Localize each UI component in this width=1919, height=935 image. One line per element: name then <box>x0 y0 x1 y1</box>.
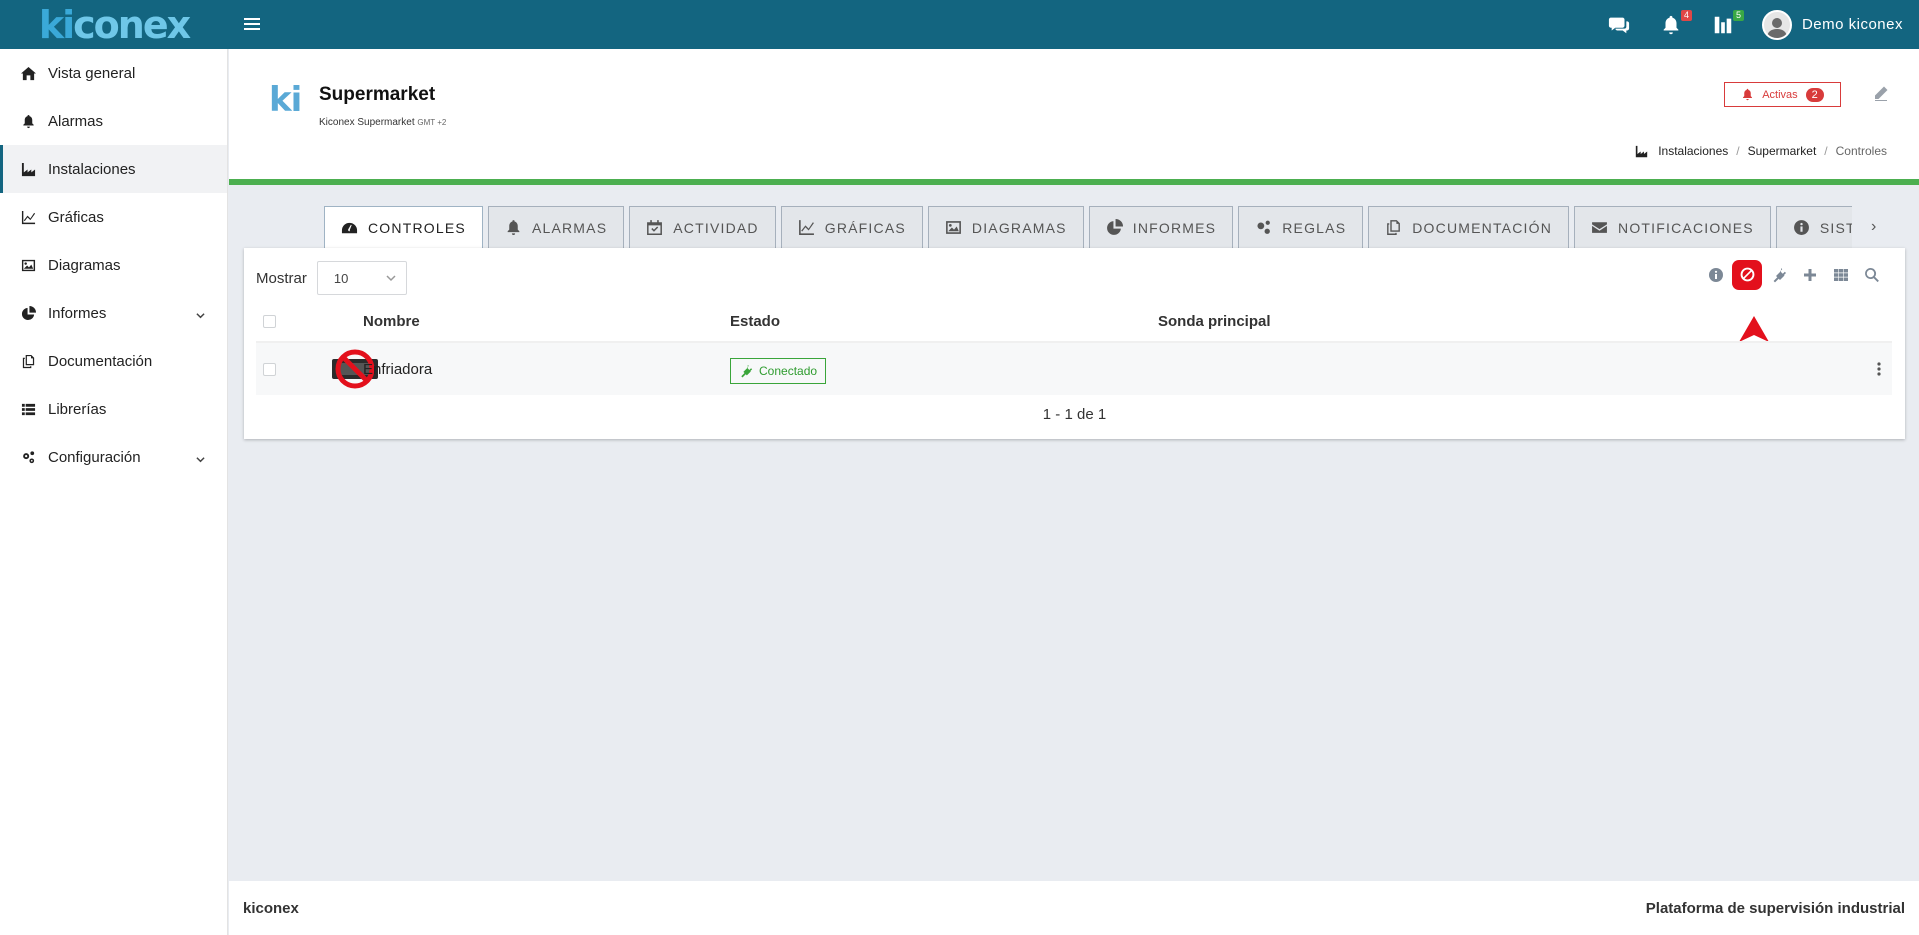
table-header: Nombre Estado Sonda principal <box>256 301 1892 343</box>
tab-notificaciones[interactable]: NOTIFICACIONES <box>1574 206 1771 248</box>
tab-diagramas[interactable]: DIAGRAMAS <box>927 206 1084 248</box>
sidebar-item-diagramas[interactable]: Diagramas <box>0 241 227 289</box>
add-icon[interactable] <box>1801 266 1818 283</box>
sidebar-item-informes[interactable]: Informes <box>0 289 227 337</box>
chevron-down-icon <box>196 451 205 463</box>
footer-brand: kiconex <box>243 899 299 917</box>
sidebar-item-graficas[interactable]: Gráficas <box>0 193 227 241</box>
sidebar-item-instalaciones[interactable]: Instalaciones <box>0 145 227 193</box>
breadcrumb-link[interactable]: Instalaciones <box>1658 144 1728 158</box>
bell-icon <box>20 113 36 129</box>
tab-reglas[interactable]: REGLAS <box>1238 206 1364 248</box>
industry-icon <box>20 161 36 177</box>
user-name: Demo kiconex <box>1801 16 1903 33</box>
menu-toggle-button[interactable] <box>244 15 260 33</box>
column-header-estado[interactable]: Estado <box>730 313 780 330</box>
controls-panel: Mostrar 10 Nombre Estado Sonda principal… <box>244 248 1905 439</box>
footer: kiconex Plataforma de supervisión indust… <box>229 881 1919 935</box>
column-header-sonda[interactable]: Sonda principal <box>1158 313 1271 330</box>
page-size-control: Mostrar 10 <box>256 261 407 295</box>
tab-bar: CONTROLES ALARMAS ACTIVIDAD GRÁFICAS DIA… <box>324 206 1852 248</box>
table-row[interactable]: Enfriadora Conectado <box>256 343 1892 395</box>
cogs-icon <box>1257 220 1271 234</box>
sidebar-item-alarmas[interactable]: Alarmas <box>0 97 227 145</box>
image-icon <box>945 221 961 234</box>
chat-icon[interactable] <box>1606 12 1632 38</box>
breadcrumb: Instalaciones / Supermarket / Controles <box>1635 144 1887 158</box>
tabs-scroll-right-button[interactable]: › <box>1871 218 1883 238</box>
plug-icon[interactable] <box>1770 266 1787 283</box>
bell-icon <box>507 220 520 235</box>
pagination-info: 1 - 1 de 1 <box>1042 406 1107 423</box>
notifications-bell-icon[interactable]: 4 <box>1658 9 1692 38</box>
controls-table: Nombre Estado Sonda principal Enfriadora… <box>256 301 1892 395</box>
active-alarms-count: 2 <box>1805 87 1824 102</box>
info-icon[interactable] <box>1707 266 1724 283</box>
avatar <box>1761 9 1792 40</box>
row-checkbox[interactable] <box>263 362 276 376</box>
calendar-icon <box>647 220 663 235</box>
kiconex-logo[interactable]: ki conex <box>0 0 228 49</box>
tasks-badge: 5 <box>1732 9 1744 21</box>
info-icon <box>1793 220 1809 235</box>
sidebar-item-vista-general[interactable]: Vista general <box>0 49 227 97</box>
select-all-checkbox[interactable] <box>263 314 276 328</box>
edit-pencil-icon[interactable] <box>1873 85 1889 101</box>
user-menu[interactable]: Demo kiconex <box>1761 9 1903 40</box>
footer-tagline: Plataforma de supervisión industrial <box>1645 899 1905 917</box>
industry-icon <box>1636 145 1648 157</box>
line-chart-icon <box>798 220 814 235</box>
image-icon <box>20 257 36 273</box>
tasks-icon[interactable]: 5 <box>1710 9 1744 38</box>
plug-icon <box>741 364 753 378</box>
bell-icon <box>1743 88 1753 101</box>
home-icon <box>20 65 36 81</box>
tab-informes[interactable]: INFORMES <box>1088 206 1234 248</box>
sidebar: Vista general Alarmas Instalaciones Gráf… <box>0 49 228 935</box>
sidebar-item-librerias[interactable]: Librerías <box>0 385 227 433</box>
row-menu-icon[interactable] <box>1876 361 1882 377</box>
timezone-label: GMT +2 <box>417 118 447 127</box>
chevron-down-icon <box>196 307 205 319</box>
search-icon[interactable] <box>1863 266 1880 283</box>
row-nombre[interactable]: Enfriadora <box>363 361 432 378</box>
dashboard-icon <box>341 222 358 233</box>
column-header-nombre[interactable]: Nombre <box>363 313 420 330</box>
tab-documentacion[interactable]: DOCUMENTACIÓN <box>1368 206 1570 248</box>
header-accent-line <box>229 179 1919 185</box>
page-subtitle: Kiconex Supermarket GMT +2 <box>319 117 447 128</box>
cogs-icon <box>20 449 36 465</box>
chevron-down-icon <box>386 275 396 282</box>
tab-actividad[interactable]: ACTIVIDAD <box>629 206 776 248</box>
status-badge: Conectado <box>730 354 827 384</box>
page-header: ki Supermarket Kiconex Supermarket GMT +… <box>229 49 1919 185</box>
page-title: Supermarket <box>319 84 436 105</box>
tab-sistema[interactable]: SISTEMA <box>1775 206 1852 248</box>
installation-logo: ki <box>269 80 302 120</box>
active-alarms-button[interactable]: Activas 2 <box>1724 82 1841 107</box>
envelope-icon <box>1592 222 1607 233</box>
page-size-label: Mostrar <box>256 269 307 287</box>
tab-alarmas[interactable]: ALARMAS <box>487 206 625 248</box>
notifications-badge: 4 <box>1680 9 1692 21</box>
pie-chart-icon <box>1106 219 1123 235</box>
copy-icon <box>1387 220 1401 235</box>
sidebar-item-configuracion[interactable]: Configuración <box>0 433 227 481</box>
tab-graficas[interactable]: GRÁFICAS <box>780 206 923 248</box>
grid-columns-icon[interactable] <box>1832 266 1849 283</box>
table-toolbar <box>1707 259 1880 290</box>
list-icon <box>20 401 36 417</box>
tab-controles[interactable]: CONTROLES <box>324 206 483 248</box>
line-chart-icon <box>20 209 36 225</box>
page-size-select[interactable]: 10 <box>316 261 407 295</box>
pie-chart-icon <box>20 305 36 321</box>
top-bar: ki conex 4 5 Demo kiconex <box>0 0 1919 49</box>
copy-icon <box>20 353 36 369</box>
disable-icon[interactable] <box>1732 259 1762 290</box>
breadcrumb-link[interactable]: Supermarket <box>1748 144 1817 158</box>
sidebar-item-documentacion[interactable]: Documentación <box>0 337 227 385</box>
breadcrumb-current: Controles <box>1835 144 1887 158</box>
